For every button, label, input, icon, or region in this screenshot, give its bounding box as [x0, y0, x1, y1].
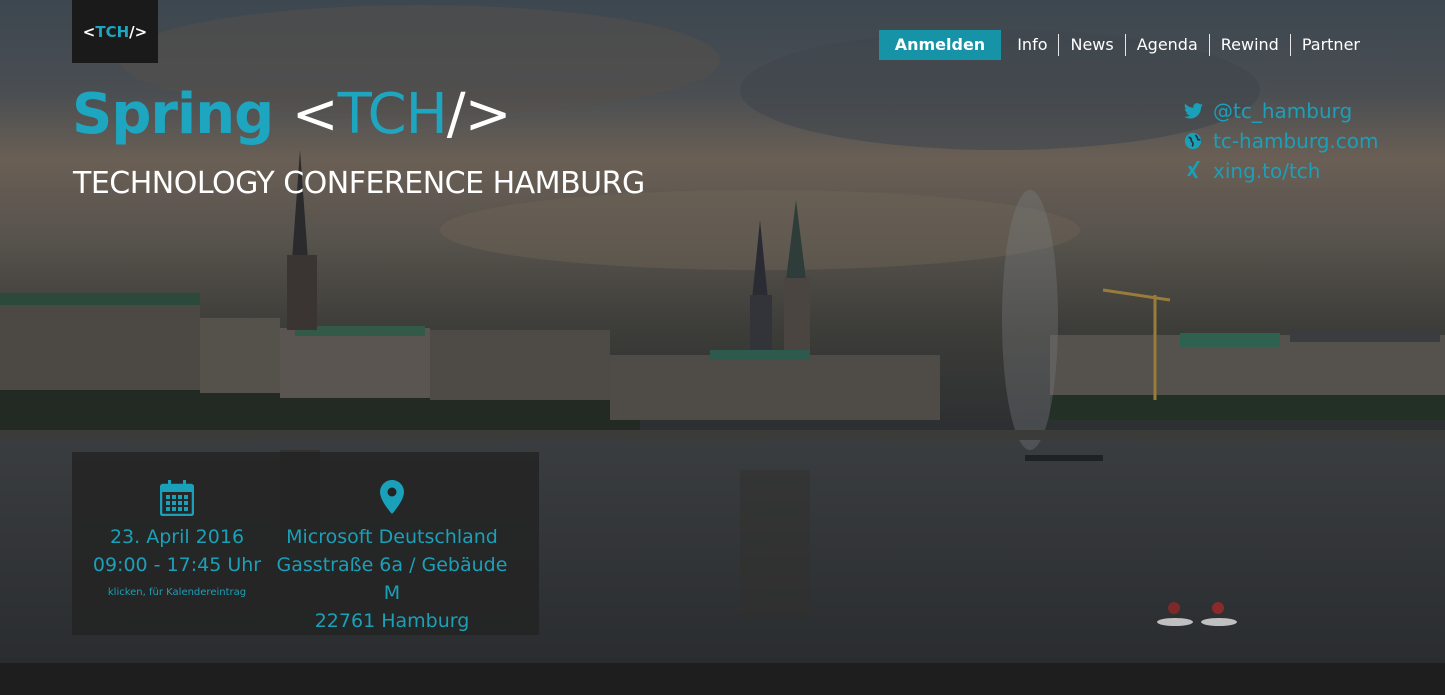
title-bracket-close: /> [446, 82, 512, 147]
page-subtitle: TECHNOLOGY CONFERENCE HAMBURG [73, 166, 645, 201]
nav-item-rewind[interactable]: Rewind [1208, 34, 1290, 56]
globe-icon [1183, 131, 1203, 151]
event-date: 23. April 2016 [109, 526, 245, 548]
social-links: @tc_hamburg tc-hamburg.com xing.to/tch [1183, 96, 1378, 186]
map-pin-icon [267, 480, 517, 520]
xing-url: xing.to/tch [1213, 159, 1321, 183]
twitter-icon [1183, 101, 1203, 121]
xing-icon [1183, 161, 1203, 181]
title-brand: TCH [337, 82, 448, 147]
event-time: 09:00 - 17:45 Uhr [92, 554, 262, 576]
logo-brand: TCH [95, 22, 130, 41]
nav-item-agenda[interactable]: Agenda [1124, 34, 1209, 56]
title-bracket-open: < [291, 82, 339, 147]
event-info-box: 23. April 2016 09:00 - 17:45 Uhr klicken… [72, 452, 539, 635]
calendar-icon [92, 480, 262, 520]
main-navigation: Anmelden Info News Agenda Rewind Partner [878, 30, 1371, 60]
logo-bracket-close: /> [129, 22, 148, 41]
register-button[interactable]: Anmelden [878, 30, 1002, 60]
event-date-block[interactable]: 23. April 2016 09:00 - 17:45 Uhr klicken… [92, 480, 262, 598]
title-spring: Spring [72, 82, 274, 147]
nav-item-info[interactable]: Info [1006, 34, 1058, 56]
event-location-block: Microsoft Deutschland Gasstraße 6a / Geb… [267, 480, 517, 635]
logo-bracket-open: < [82, 22, 96, 41]
venue-name: Microsoft Deutschland [286, 526, 498, 548]
venue-city: 22761 Hamburg [314, 610, 470, 632]
site-logo[interactable]: < TCH/> [72, 0, 158, 63]
website-url: tc-hamburg.com [1213, 129, 1379, 153]
twitter-link[interactable]: @tc_hamburg [1183, 96, 1378, 126]
nav-item-news[interactable]: News [1058, 34, 1124, 56]
website-link[interactable]: tc-hamburg.com [1183, 126, 1378, 156]
twitter-handle: @tc_hamburg [1213, 99, 1353, 123]
venue-street: Gasstraße 6a / Gebäude M [276, 554, 508, 604]
page-title: Spring <TCH/> [72, 82, 512, 147]
nav-item-partner[interactable]: Partner [1289, 34, 1371, 56]
calendar-hint: klicken, für Kalendereintrag [107, 587, 247, 598]
footer-bar [0, 663, 1445, 695]
xing-link[interactable]: xing.to/tch [1183, 156, 1378, 186]
